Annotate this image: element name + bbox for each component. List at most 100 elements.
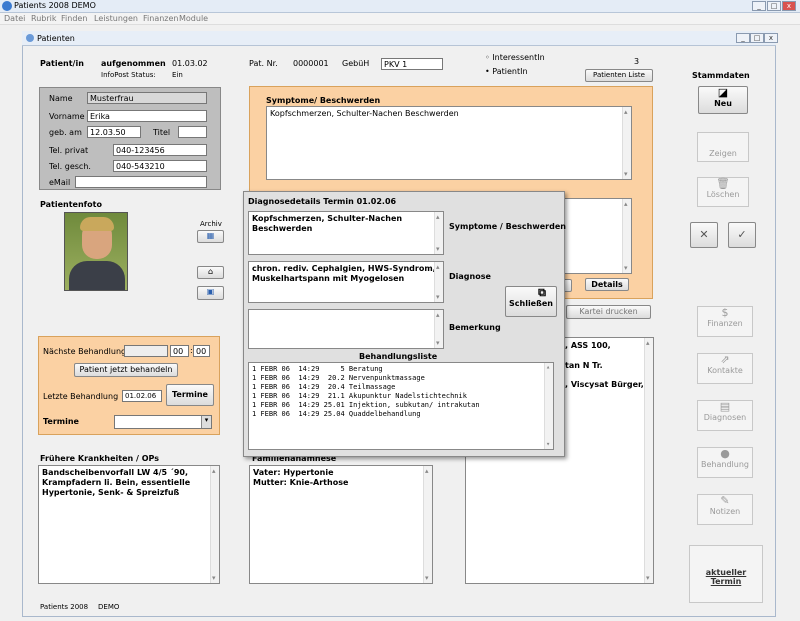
app-icon [2,1,12,11]
dialog-diagnosis-scrollbar[interactable] [434,262,443,302]
gebueh-field[interactable]: PKV 1 [381,58,443,70]
close-search-icon: ⧉ [538,286,546,299]
last-treatment-field[interactable]: 01.02.06 [122,390,162,402]
treatment-row[interactable]: 1 FEBR 06 14:29 21.1 Akupunktur Nadelsti… [252,392,550,401]
archiv-label: Archiv [200,220,222,228]
close-button[interactable]: x [782,1,796,11]
termine-dropdown[interactable]: ▾ [114,415,212,429]
geb-label: geb. am [49,128,82,137]
details-button[interactable]: Details [585,278,629,291]
treat-now-button[interactable]: Patient jetzt behandeln [74,363,178,377]
treatment-row[interactable]: 1 FEBR 06 14:29 5 Beratung [252,365,550,374]
confirm-button[interactable]: ✓ [728,222,756,248]
menu-module[interactable]: Module [179,14,208,23]
dialog-close-button[interactable]: ⧉ Schließen [505,286,557,317]
menu-finden[interactable]: Finden [61,14,87,23]
treatment-row[interactable]: 1 FEBR 06 14:29 25.01 Injektion, subkuta… [252,401,550,410]
treatment-button[interactable]: ● Behandlung [697,447,753,478]
hour-field[interactable]: 00 [170,345,189,357]
bulb-icon: ● [720,447,730,460]
maximize-button[interactable]: □ [767,1,781,11]
window-titlebar: Patients 2008 DEMO _ □ x [0,0,800,13]
new-button[interactable]: ◪ Neu [698,86,748,114]
medication-scrollbar[interactable] [644,338,653,583]
calendar-icon[interactable]: ▦ [197,230,224,243]
treatment-row[interactable]: 1 FEBR 06 14:29 20.4 Teilmassage [252,383,550,392]
tel-gesch-field[interactable]: 040-543210 [113,160,207,172]
dialog-diagnosis-textarea[interactable]: chron. rediv. Cephalgien, HWS-Syndrom, M… [248,261,444,303]
vorname-field[interactable]: Erika [87,110,207,122]
titel-label: Titel [153,128,171,137]
diagnoses-label: Diagnosen [703,413,747,422]
name-label: Name [49,94,73,103]
menu-rubrik[interactable]: Rubrik [31,14,57,23]
earlier-textarea[interactable]: Bandscheibenvorfall LW 4/5 ´90, Krampfad… [38,465,220,584]
admitted-date: 01.03.02 [172,59,208,68]
geb-field[interactable]: 12.03.50 [87,126,141,138]
email-label: eMail [49,178,71,187]
kartei-print-button[interactable]: Kartei drucken [566,305,651,319]
delete-button[interactable]: 🗑 Löschen [697,177,749,207]
earlier-text: Bandscheibenvorfall LW 4/5 ´90, Krampfad… [42,468,191,497]
treatment-list-scrollbar[interactable] [544,363,553,449]
termine-button[interactable]: Termine [166,384,214,406]
dialog-symptoms-scrollbar[interactable] [434,212,443,254]
minute-field[interactable]: 00 [193,345,210,357]
show-button[interactable]: Zeigen [697,132,749,162]
dialog-symptoms-textarea[interactable]: Kopfschmerzen, Schulter-Nachen Beschwerd… [248,211,444,255]
family-scrollbar[interactable] [423,466,432,583]
patnr-value: 0000001 [293,59,329,68]
email-field[interactable] [75,176,207,188]
diagnoses-button[interactable]: ▤ Diagnosen [697,400,753,431]
dialog-remark-textarea[interactable] [248,309,444,349]
name-field[interactable]: Musterfrau [87,92,207,104]
inner-minimize-button[interactable]: _ [736,33,750,43]
dialog-remark-label: Bemerkung [449,323,501,332]
earlier-label: Frühere Krankheiten / OPs [40,454,160,463]
chevron-down-icon: ▾ [201,416,211,428]
treatment-row[interactable]: 1 FEBR 06 14:29 20.2 Nervenpunktmassage [252,374,550,383]
radio-interessent-label: InteressentIn [492,53,545,62]
radio-interessent[interactable]: ◦ InteressentIn [485,53,545,62]
diagnosis-scrollbar[interactable] [622,199,631,273]
tel-privat-label: Tel. privat [49,146,89,155]
minimize-button[interactable]: _ [752,1,766,11]
dialog-diagnosis-label: Diagnose [449,272,491,281]
menu-finanzen[interactable]: Finanzen [143,14,178,23]
earlier-scrollbar[interactable] [210,466,219,583]
treatment-row[interactable]: 1 FEBR 06 14:29 25.04 Quaddelbehandlung [252,410,550,419]
next-treatment-field[interactable] [124,345,168,357]
dialog-symptoms-label: Symptome / Beschwerden [449,222,566,231]
symptoms-textarea[interactable]: Kopfschmerzen, Schulter-Nachen Beschwerd… [266,106,632,180]
inner-maximize-button[interactable]: □ [750,33,764,43]
lock-icon[interactable]: ⌂ [197,266,224,279]
footer-mode: DEMO [98,603,120,611]
menu-leistungen[interactable]: Leistungen [94,14,138,23]
dialog-diagnosis-text: chron. rediv. Cephalgien, HWS-Syndrom, M… [252,264,436,283]
finances-button[interactable]: $ Finanzen [697,306,753,337]
cancel-button[interactable]: ✕ [690,222,718,248]
family-textarea[interactable]: Vater: Hypertonie Mutter: Knie-Arthose [249,465,433,584]
vorname-label: Vorname [49,112,85,121]
menu-datei[interactable]: Datei [4,14,25,23]
treatment-label: Behandlung [701,460,749,469]
menu-bar: Datei Rubrik Finden Leistungen Finanzen … [0,13,800,25]
contacts-button[interactable]: ⇗ Kontakte [697,353,753,384]
treatment-list[interactable]: 1 FEBR 06 14:29 5 Beratung 1 FEBR 06 14:… [248,362,554,450]
radio-patient[interactable]: • PatientIn [485,67,528,76]
stammdaten-label: Stammdaten [692,71,750,80]
titel-field[interactable] [178,126,207,138]
notes-button[interactable]: ✎ Notizen [697,494,753,525]
dialog-remark-scrollbar[interactable] [434,310,443,348]
current-appointment-button[interactable]: aktueller Termin [689,545,763,603]
inner-close-button[interactable]: x [764,33,778,43]
pen-icon: ✎ [720,494,730,507]
save-icon[interactable]: ▣ [197,286,224,300]
dialog-title: Diagnosedetails Termin 01.02.06 [248,197,397,206]
symptoms-scrollbar[interactable] [622,107,631,179]
window-icon [26,34,34,42]
trash-icon: 🗑 [716,177,730,190]
patient-list-button[interactable]: Patienten Liste [585,69,653,82]
tel-privat-field[interactable]: 040-123456 [113,144,207,156]
patients-window-title: Patienten [37,34,75,43]
